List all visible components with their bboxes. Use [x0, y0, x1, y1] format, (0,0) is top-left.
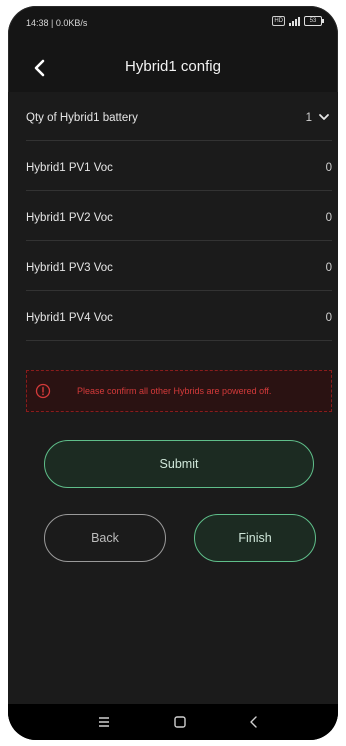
qty-battery-row[interactable]: Qty of Hybrid1 battery 1: [26, 92, 332, 141]
hd-badge: HD: [272, 16, 285, 26]
page-title: Hybrid1 config: [125, 58, 221, 75]
warning-text: Please confirm all other Hybrids are pow…: [77, 386, 272, 396]
back-button[interactable]: Back: [44, 514, 166, 562]
pv2-voc-value[interactable]: 0: [326, 212, 332, 224]
menu-icon[interactable]: [94, 712, 114, 732]
qty-battery-label: Qty of Hybrid1 battery: [26, 112, 138, 124]
pv2-voc-label: Hybrid1 PV2 Voc: [26, 212, 113, 224]
warning-banner: Please confirm all other Hybrids are pow…: [26, 370, 332, 412]
pv3-voc-label: Hybrid1 PV3 Voc: [26, 262, 113, 274]
chevron-down-icon[interactable]: [318, 111, 330, 123]
header: Hybrid1 config: [8, 46, 338, 90]
pv4-voc-row[interactable]: Hybrid1 PV4 Voc 0: [26, 292, 332, 341]
pv2-voc-row[interactable]: Hybrid1 PV2 Voc 0: [26, 192, 332, 241]
status-bar: 14:38 | 0.0KB/s HD 53: [8, 6, 338, 40]
pv1-voc-value[interactable]: 0: [326, 162, 332, 174]
config-content: Qty of Hybrid1 battery 1 Hybrid1 PV1 Voc…: [8, 92, 338, 704]
pv3-voc-row[interactable]: Hybrid1 PV3 Voc 0: [26, 242, 332, 291]
pv4-voc-value[interactable]: 0: [326, 312, 332, 324]
pv3-voc-value[interactable]: 0: [326, 262, 332, 274]
home-square-icon[interactable]: [170, 712, 190, 732]
battery-icon: 53: [304, 16, 324, 26]
warning-circle-icon: [35, 383, 51, 399]
finish-button[interactable]: Finish: [194, 514, 316, 562]
system-nav-bar: [8, 704, 338, 740]
phone-frame: 14:38 | 0.0KB/s HD 53 Hybrid1 config Qty…: [8, 6, 338, 740]
back-nav-icon[interactable]: [244, 712, 264, 732]
pv1-voc-row[interactable]: Hybrid1 PV1 Voc 0: [26, 142, 332, 191]
pv1-voc-label: Hybrid1 PV1 Voc: [26, 162, 113, 174]
status-icons: HD 53: [272, 16, 324, 26]
status-time-speed: 14:38 | 0.0KB/s: [26, 18, 88, 28]
pv4-voc-label: Hybrid1 PV4 Voc: [26, 312, 113, 324]
qty-battery-value[interactable]: 1: [306, 112, 312, 124]
submit-button[interactable]: Submit: [44, 440, 314, 488]
signal-icon: [289, 16, 300, 26]
